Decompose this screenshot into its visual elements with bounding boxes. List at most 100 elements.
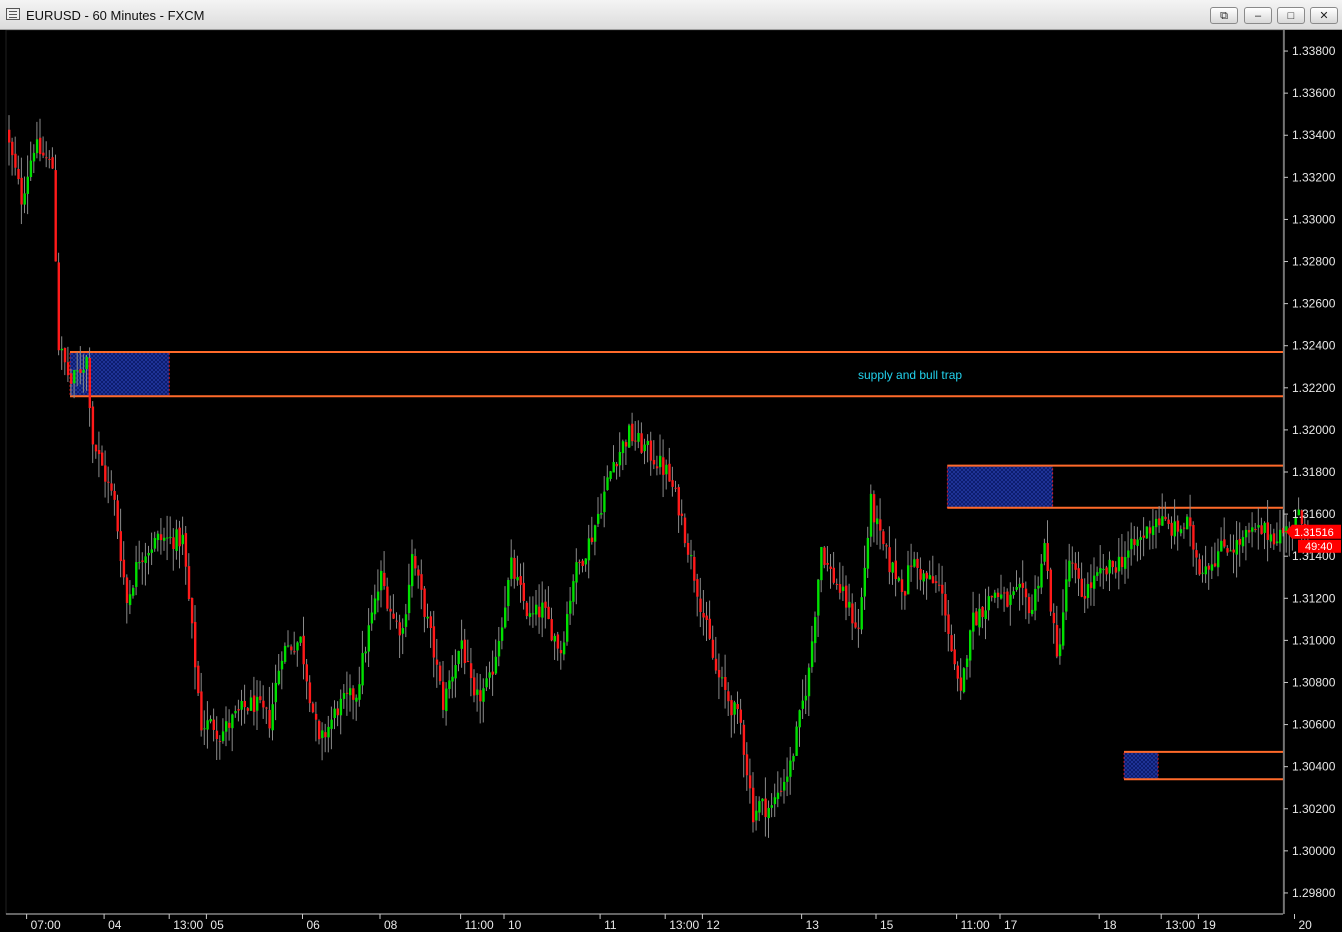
price-tick-label: 1.33200 — [1292, 170, 1336, 184]
candle — [531, 596, 535, 628]
candle — [866, 526, 870, 578]
candle — [435, 638, 439, 688]
candle — [575, 548, 578, 605]
candle — [1130, 522, 1133, 566]
candle — [26, 155, 29, 215]
candle — [339, 689, 343, 735]
candle — [1285, 515, 1288, 553]
candle — [1046, 520, 1049, 580]
zone-label: supply and bull trap — [858, 368, 962, 382]
candle — [609, 470, 612, 482]
candle — [786, 757, 789, 797]
restore-icon[interactable]: ⧉ — [1210, 7, 1238, 24]
candle — [969, 629, 972, 678]
candle — [556, 631, 560, 661]
candle — [1003, 586, 1006, 612]
candle — [252, 676, 256, 726]
minimize-icon[interactable]: – — [1244, 7, 1272, 24]
candle — [454, 649, 457, 698]
candle — [1173, 499, 1176, 545]
candle — [1195, 542, 1198, 575]
candle — [1226, 545, 1229, 556]
candle — [352, 685, 355, 720]
candle — [928, 560, 932, 580]
candle — [1102, 553, 1105, 590]
candle — [1170, 516, 1173, 549]
window-title: EURUSD - 60 Minutes - FXCM — [26, 8, 205, 23]
candle — [39, 118, 42, 162]
candle — [107, 466, 110, 504]
zone-box[interactable] — [69, 351, 170, 397]
candle — [910, 543, 913, 582]
candle — [181, 516, 184, 556]
candle — [172, 528, 175, 571]
candle — [383, 551, 386, 590]
candle — [553, 633, 556, 660]
candle — [225, 706, 228, 747]
candle — [463, 628, 467, 675]
candle — [680, 499, 684, 526]
candle — [1096, 566, 1099, 581]
candle — [147, 545, 150, 575]
chart-window-icon[interactable] — [6, 8, 20, 20]
candle — [265, 706, 268, 724]
candle — [965, 654, 969, 680]
candle — [426, 603, 429, 629]
candle — [1031, 594, 1034, 617]
candle — [823, 545, 826, 569]
candle — [817, 578, 820, 637]
candle — [779, 777, 783, 797]
candle — [717, 653, 721, 700]
candle — [63, 347, 67, 376]
candle — [612, 445, 615, 473]
candle — [807, 663, 811, 717]
candle — [367, 608, 370, 668]
candle — [1040, 554, 1043, 595]
candle — [776, 771, 780, 808]
candle — [1071, 546, 1074, 579]
candle — [885, 543, 888, 559]
candle — [144, 542, 147, 586]
candle — [1043, 538, 1046, 566]
candle — [141, 552, 144, 585]
candle — [569, 587, 572, 625]
price-tick-label: 1.33600 — [1292, 86, 1336, 100]
candle — [724, 654, 727, 709]
price-tick-label: 1.32400 — [1292, 339, 1336, 353]
candle — [8, 115, 11, 166]
time-tick-label: 20 — [1299, 918, 1313, 932]
close-icon[interactable]: ✕ — [1310, 7, 1338, 24]
price-tick-label: 1.31600 — [1292, 507, 1336, 521]
time-tick-label: 17 — [1004, 918, 1018, 932]
candle — [1024, 581, 1028, 620]
candle — [448, 670, 451, 699]
candle — [299, 636, 302, 646]
candle — [618, 432, 622, 477]
candle — [869, 484, 873, 547]
candle — [845, 575, 848, 621]
maximize-icon[interactable]: □ — [1277, 7, 1305, 24]
candle — [897, 576, 901, 583]
candle — [538, 584, 541, 634]
candle — [708, 600, 711, 641]
candle — [45, 141, 48, 168]
candle — [1117, 538, 1121, 590]
candle — [473, 669, 476, 703]
candle — [572, 574, 575, 616]
zone-box[interactable] — [1123, 751, 1159, 780]
zone-box[interactable] — [946, 465, 1054, 509]
candle — [460, 619, 463, 668]
candle — [1213, 542, 1217, 568]
candle — [1192, 521, 1195, 567]
candle — [832, 551, 835, 585]
candle — [854, 602, 857, 629]
candle — [764, 777, 767, 837]
candle — [243, 684, 246, 724]
candle — [600, 493, 603, 519]
candle — [48, 150, 51, 169]
candle — [621, 439, 625, 471]
price-chart[interactable]: supply and bull trap 1.33800 1.33600 1.334… — [0, 30, 1342, 932]
candle — [962, 667, 966, 694]
candle — [466, 639, 470, 663]
candle — [742, 719, 746, 778]
